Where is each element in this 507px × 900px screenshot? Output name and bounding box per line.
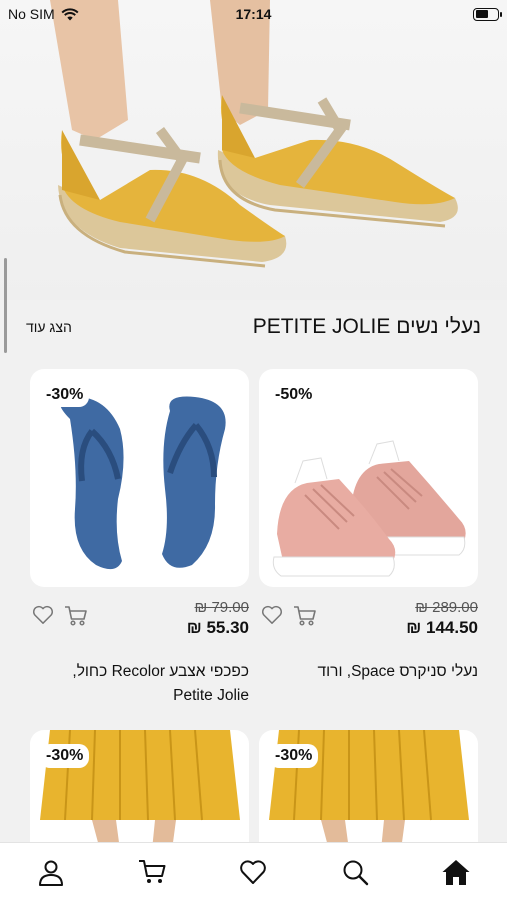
product-actions xyxy=(261,599,317,627)
product-image[interactable]: -30% xyxy=(30,369,249,587)
carrier-label: No SIM xyxy=(8,6,55,22)
espadrilles-illustration xyxy=(50,0,458,268)
status-right xyxy=(379,7,502,21)
scroll-indicator[interactable] xyxy=(4,258,7,353)
search-icon xyxy=(343,860,369,885)
discount-badge: -30% xyxy=(40,383,90,407)
price-block: ₪ 79.00 ₪ 55.30 xyxy=(187,599,249,638)
tab-account[interactable] xyxy=(31,852,71,892)
add-to-cart-icon[interactable] xyxy=(64,605,88,627)
home-icon xyxy=(442,859,470,885)
tab-wishlist[interactable] xyxy=(233,852,273,892)
show-more-link[interactable]: הצג עוד xyxy=(26,319,72,335)
product-name[interactable]: כפכפי אצבע Recolor כחול, Petite Jolie xyxy=(30,660,249,708)
product-card[interactable]: -30% xyxy=(259,730,478,850)
section-title: נעלי נשים PETITE JOLIE xyxy=(252,315,481,338)
product-card[interactable]: -30% ₪ 79.00 ₪ 55.30 כפכפי אצבע Recolor … xyxy=(30,369,249,708)
status-bar: No SIM 17:14 xyxy=(0,0,507,28)
status-left: No SIM xyxy=(8,6,128,22)
product-image[interactable]: -50% xyxy=(259,369,478,587)
battery-icon xyxy=(473,7,502,21)
user-icon xyxy=(38,860,63,886)
wifi-icon xyxy=(61,7,79,20)
tab-home[interactable] xyxy=(436,852,476,892)
section-header: הצג עוד נעלי נשים PETITE JOLIE xyxy=(0,303,507,351)
old-price: ₪ 289.00 xyxy=(415,599,478,616)
product-card[interactable]: -30% xyxy=(30,730,249,850)
old-price: ₪ 79.00 xyxy=(194,599,249,616)
add-to-cart-icon[interactable] xyxy=(293,605,317,627)
sale-price: ₪ 55.30 xyxy=(186,618,249,637)
heart-icon xyxy=(240,859,267,884)
cart-icon xyxy=(139,859,166,883)
discount-badge: -30% xyxy=(40,744,90,768)
price-block: ₪ 289.00 ₪ 144.50 xyxy=(406,599,478,638)
tab-search[interactable] xyxy=(335,852,375,892)
product-actions xyxy=(32,599,88,627)
hero-banner[interactable] xyxy=(0,0,507,300)
product-meta: ₪ 79.00 ₪ 55.30 xyxy=(30,599,249,638)
product-card[interactable]: -50% ₪ 289.00 ₪ 144.50 נעלי סניקרס Space… xyxy=(259,369,478,684)
product-name[interactable]: נעלי סניקרס Space, ורוד xyxy=(259,660,478,684)
sale-price: ₪ 144.50 xyxy=(406,618,478,637)
product-meta: ₪ 289.00 ₪ 144.50 xyxy=(259,599,478,638)
discount-badge: -50% xyxy=(269,383,319,407)
tab-cart[interactable] xyxy=(132,852,172,892)
bottom-tab-bar xyxy=(0,842,507,900)
clock: 17:14 xyxy=(235,6,272,22)
discount-badge: -30% xyxy=(269,744,319,768)
heart-icon[interactable] xyxy=(32,605,54,625)
heart-icon[interactable] xyxy=(261,605,283,625)
